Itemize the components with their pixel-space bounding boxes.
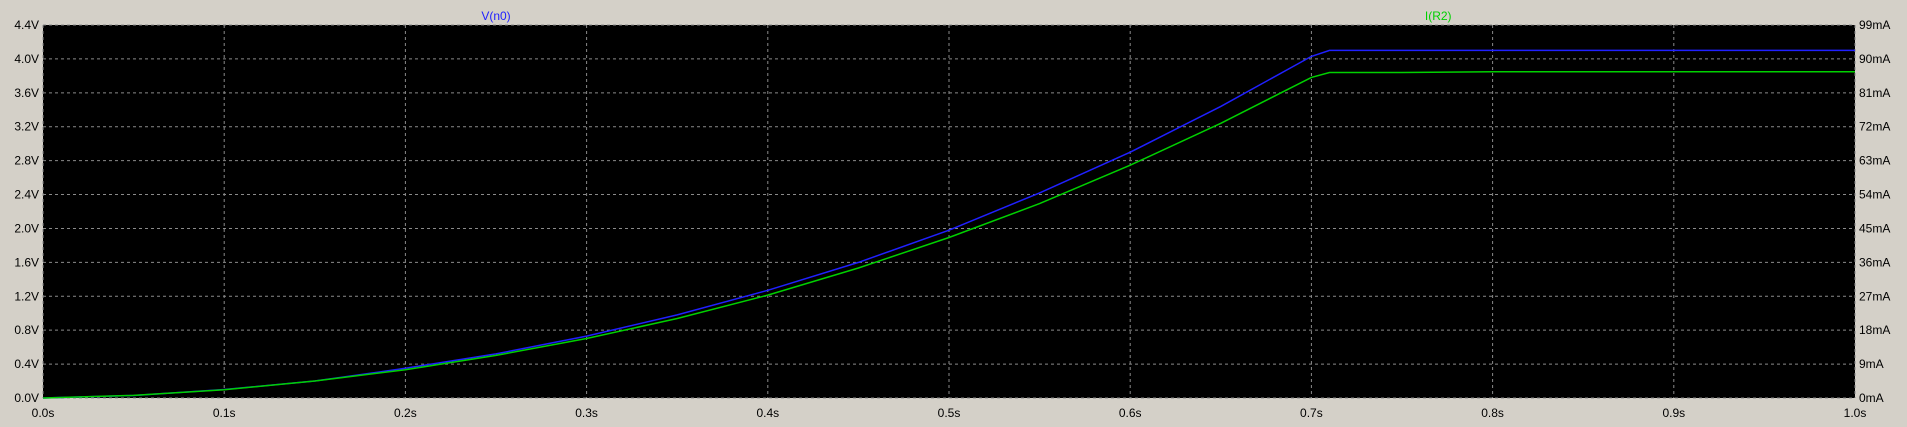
left-axis-tick-label: 2.4V xyxy=(14,188,39,202)
right-axis-tick-label: 99mA xyxy=(1859,18,1890,32)
left-axis-tick-label: 2.0V xyxy=(14,221,39,235)
right-axis-tick-label: 90mA xyxy=(1859,52,1890,66)
left-axis-tick-label: 1.2V xyxy=(14,289,39,303)
left-axis-tick-label: 3.6V xyxy=(14,86,39,100)
left-axis-tick-label: 3.2V xyxy=(14,120,39,134)
x-axis-tick-label: 0.4s xyxy=(756,406,779,420)
x-axis-tick-label: 0.9s xyxy=(1662,406,1685,420)
x-axis-tick-label: 0.5s xyxy=(938,406,961,420)
x-axis-tick-label: 0.6s xyxy=(1119,406,1142,420)
left-axis-tick-label: 0.0V xyxy=(14,391,39,405)
plot-window[interactable]: 0.0V 0.4V 0.8V 1.2V 1.6V 2.0V 2.4V 2.8V 3.2V 3.6V… xyxy=(0,0,1907,427)
x-axis-tick-label: 0.3s xyxy=(575,406,598,420)
left-axis-tick-label: 1.6V xyxy=(14,255,39,269)
right-axis-tick-label: 36mA xyxy=(1859,255,1890,269)
left-axis-tick-label: 2.8V xyxy=(14,154,39,168)
right-axis-tick-label: 9mA xyxy=(1859,357,1884,371)
left-axis-tick-label: 4.4V xyxy=(14,18,39,32)
x-axis-tick-label: 0.0s xyxy=(32,406,55,420)
left-axis-tick-label: 0.4V xyxy=(14,357,39,371)
x-axis-tick-label: 0.8s xyxy=(1481,406,1504,420)
right-axis-tick-label: 81mA xyxy=(1859,86,1890,100)
right-axis-tick-label: 72mA xyxy=(1859,120,1890,134)
x-axis-tick-label: 0.7s xyxy=(1300,406,1323,420)
right-axis-tick-label: 0mA xyxy=(1859,391,1884,405)
right-axis-tick-label: 45mA xyxy=(1859,221,1890,235)
right-axis-tick-label: 18mA xyxy=(1859,323,1890,337)
left-axis-tick-label: 4.0V xyxy=(14,52,39,66)
right-axis-tick-label: 27mA xyxy=(1859,289,1890,303)
trace-label-vn0[interactable]: V(n0) xyxy=(481,9,510,23)
trace-label-ir2[interactable]: I(R2) xyxy=(1425,9,1452,23)
x-axis-tick-label: 1.0s xyxy=(1844,406,1867,420)
x-axis-tick-label: 0.2s xyxy=(394,406,417,420)
right-axis-tick-label: 54mA xyxy=(1859,188,1890,202)
x-axis-tick-label: 0.1s xyxy=(213,406,236,420)
right-axis-tick-label: 63mA xyxy=(1859,154,1890,168)
left-axis-tick-label: 0.8V xyxy=(14,323,39,337)
